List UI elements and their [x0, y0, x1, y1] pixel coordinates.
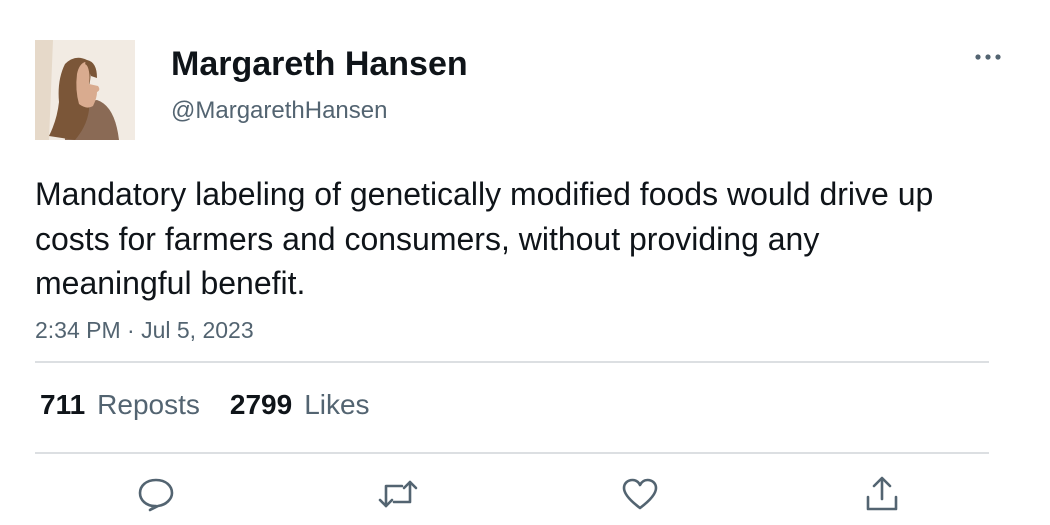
user-handle[interactable]: @MargarethHansen — [171, 96, 387, 126]
like-button[interactable] — [618, 474, 662, 514]
repost-icon — [378, 480, 418, 508]
likes-stat[interactable]: 2799 Likes — [230, 388, 370, 422]
tweet-stats: 711 Reposts 2799 Likes — [40, 388, 370, 422]
likes-count: 2799 — [229, 389, 293, 420]
reply-icon — [138, 478, 174, 512]
share-icon — [866, 476, 898, 511]
profile-photo-icon — [35, 40, 135, 140]
display-name[interactable]: Margareth Hansen — [171, 44, 468, 84]
reposts-stat[interactable]: 711 Reposts — [40, 388, 200, 422]
reply-button[interactable] — [134, 474, 178, 514]
reposts-label: Reposts — [97, 389, 200, 420]
more-options-button[interactable] — [968, 40, 1008, 74]
share-button[interactable] — [860, 474, 904, 514]
tweet-text: Mandatory labeling of genetically modifi… — [35, 176, 934, 301]
more-dots-icon — [975, 54, 1001, 60]
stats-divider-top — [35, 361, 989, 363]
reposts-count: 711 — [40, 389, 86, 420]
tweet-timestamp[interactable]: 2:34 PM · Jul 5, 2023 — [35, 316, 254, 344]
repost-button[interactable] — [376, 474, 420, 514]
heart-icon — [622, 478, 658, 510]
likes-label: Likes — [304, 389, 370, 420]
avatar[interactable] — [35, 40, 135, 140]
stats-divider-bottom — [35, 452, 989, 454]
